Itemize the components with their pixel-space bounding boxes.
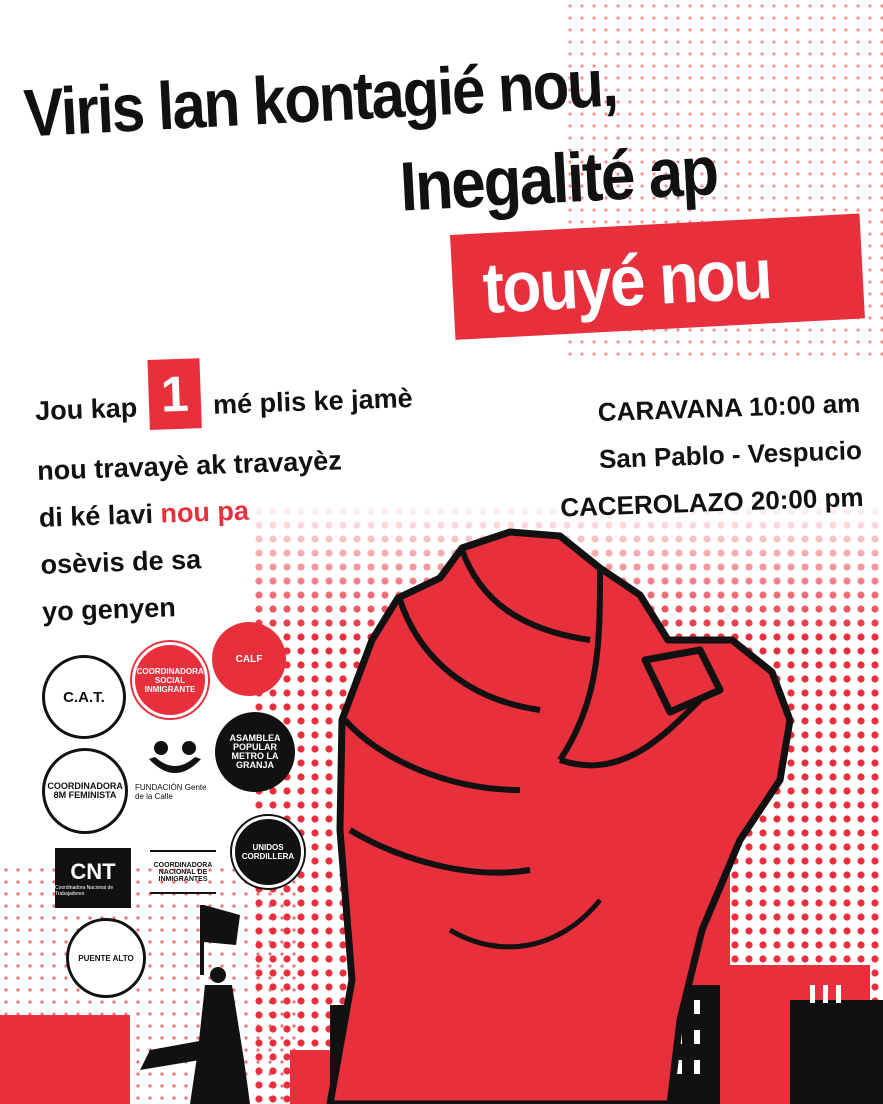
logo-cnt-text: CNT: [70, 859, 116, 884]
headline-line-3: touyé nou: [480, 233, 773, 329]
event-info: CARAVANA 10:00 am San Pablo - Vespucio C…: [556, 380, 864, 532]
body-paragraph: Jou kap 1 mé plis ke jamè nou travayè ak t…: [34, 358, 420, 636]
logo-coordinadora-feminista: COORDINADORA 8M FEMINISTA: [42, 748, 128, 834]
logo-calf-text: CALF: [235, 653, 263, 665]
smile-icon: [149, 741, 201, 773]
poster: Viris lan kontagié nou, Inegalité ap tou…: [0, 0, 883, 1104]
number-highlight: 1: [147, 358, 202, 430]
logo-cnt: CNT Coordinadora Nacional de Trabajadore…: [55, 848, 131, 908]
body-line-3-highlight: nou pa: [159, 495, 250, 529]
logo-cnt-subtext: Coordinadora Nacional de Trabajadores: [55, 885, 114, 897]
body-line-1: Jou kap 1 mé plis ke jamè: [34, 358, 414, 448]
logo-cat: C.A.T.: [42, 655, 126, 739]
body-line-1-start: Jou kap: [34, 392, 138, 427]
logo-calf: CALF: [212, 622, 286, 696]
logo-coordinadora-social: COORDINADORA SOCIAL INMIGRANTE: [132, 642, 208, 718]
logo-puente-alto: PUENTE ALTO: [66, 918, 146, 998]
logo-unidos-cordillera: UNIDOS CORDILLERA: [232, 816, 304, 888]
body-line-1-end: mé plis ke jamè: [212, 382, 414, 420]
logo-social-text: COORDINADORA SOCIAL INMIGRANTE: [136, 666, 204, 694]
event-caravana-time: 10:00 am: [748, 387, 861, 422]
logo-asamblea-popular: ASAMBLEA POPULAR METRO LA GRANJA: [215, 712, 295, 792]
logo-gente-text: FUNDACIÓN Gente de la Calle: [135, 783, 207, 801]
event-caravana: CARAVANA: [596, 392, 742, 428]
logo-asamblea-text: ASAMBLEA POPULAR METRO LA GRANJA: [229, 733, 281, 770]
logo-feminista-text: COORDINADORA 8M FEMINISTA: [47, 781, 123, 800]
body-line-3-start: di ké lavi: [38, 498, 154, 533]
logo-puente-text: PUENTE ALTO: [78, 953, 134, 963]
logo-cat-text: C.A.T.: [63, 688, 105, 706]
headline-line-2: Inegalité ap: [398, 132, 719, 227]
logo-nacional-text: COORDINADORA NACIONAL DE INMIGRANTES: [153, 861, 213, 883]
logo-gente-de-la-calle: FUNDACIÓN Gente de la Calle: [135, 735, 215, 805]
logo-coordinadora-nacional: COORDINADORA NACIONAL DE INMIGRANTES: [150, 850, 216, 894]
headline-highlight-box: touyé nou: [450, 213, 865, 340]
logo-cordillera-text: UNIDOS CORDILLERA: [241, 843, 295, 861]
